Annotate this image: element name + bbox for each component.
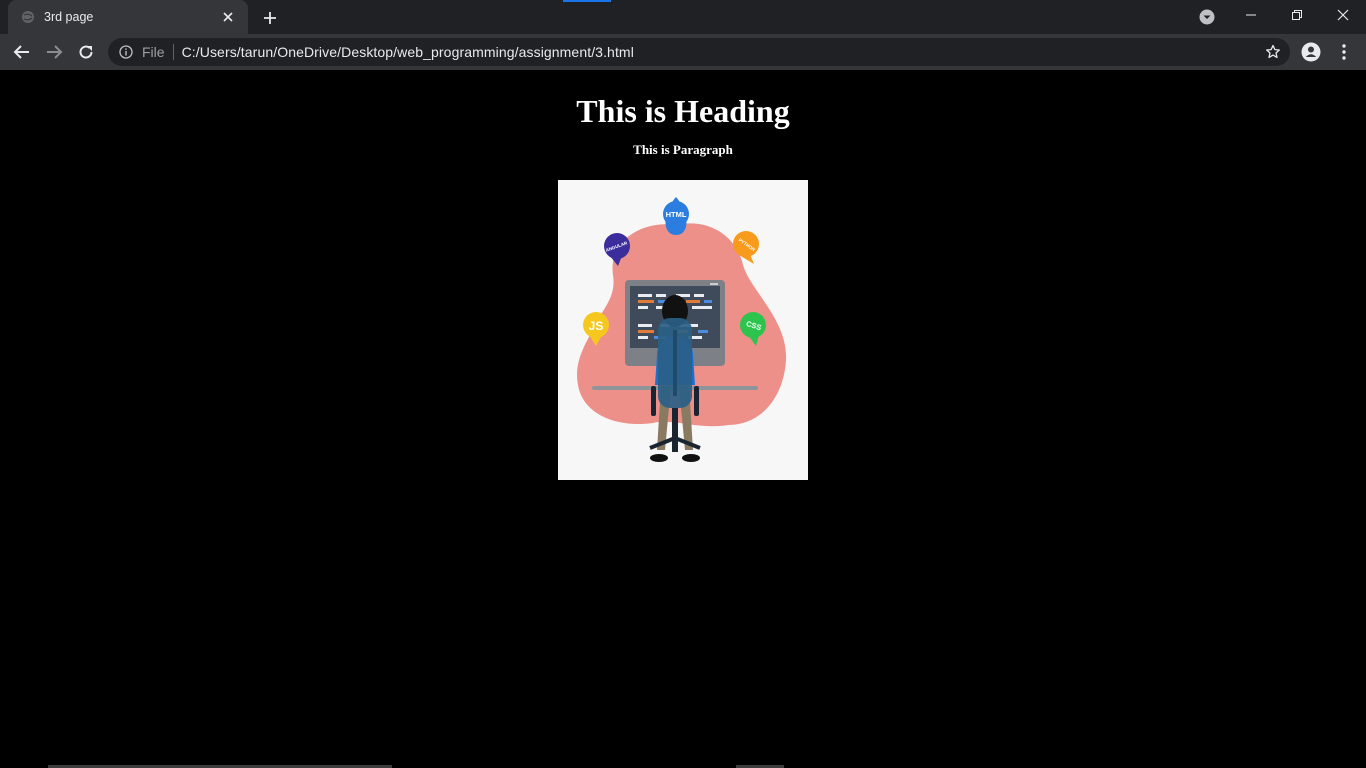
address-bar[interactable]: File C:/Users/tarun/OneDrive/Desktop/web…	[108, 38, 1290, 66]
arrow-right-icon	[47, 45, 63, 59]
menu-button[interactable]	[1334, 41, 1354, 63]
tab-strip: 3rd page	[0, 0, 1366, 34]
forward-button[interactable]	[40, 38, 68, 66]
chevron-down-circle-icon	[1199, 9, 1215, 25]
avatar-icon	[1301, 42, 1321, 62]
tab-title: 3rd page	[44, 10, 94, 24]
browser-toolbar: File C:/Users/tarun/OneDrive/Desktop/web…	[0, 34, 1366, 70]
arrow-left-icon	[13, 45, 29, 59]
minimize-button[interactable]	[1228, 0, 1274, 30]
scheme-label: File	[142, 44, 165, 60]
back-button[interactable]	[8, 38, 36, 66]
info-icon[interactable]	[118, 44, 134, 60]
omnibox-divider	[172, 44, 174, 60]
reload-icon	[79, 45, 93, 59]
tab-search-button[interactable]	[1196, 6, 1218, 28]
page-viewport: This is Heading This is Paragraph HTML A…	[0, 70, 1366, 768]
window-close-button[interactable]	[1320, 0, 1366, 30]
profile-button[interactable]	[1300, 41, 1322, 63]
tab-close-icon[interactable]	[220, 9, 236, 25]
page-paragraph: This is Paragraph	[633, 142, 733, 157]
minimize-icon	[1246, 14, 1256, 16]
url-text[interactable]: C:/Users/tarun/OneDrive/Desktop/web_prog…	[182, 44, 634, 60]
plus-icon	[264, 12, 276, 24]
reload-button[interactable]	[72, 38, 100, 66]
restore-button[interactable]	[1274, 0, 1320, 30]
globe-icon	[20, 9, 36, 25]
top-accent-bar	[563, 0, 611, 2]
html-bubble-label: HTML	[666, 210, 687, 219]
page-heading: This is Heading	[576, 93, 790, 129]
close-icon	[1337, 9, 1349, 21]
js-bubble-label: JS	[589, 319, 604, 333]
tab-active[interactable]: 3rd page	[8, 0, 248, 34]
restore-icon	[1292, 10, 1302, 20]
developer-illustration: HTML ANGULAR PYTHON JS CSS	[558, 180, 808, 480]
bookmark-star-icon[interactable]	[1264, 43, 1282, 61]
more-vertical-icon	[1342, 44, 1346, 60]
new-tab-button[interactable]	[258, 6, 282, 30]
